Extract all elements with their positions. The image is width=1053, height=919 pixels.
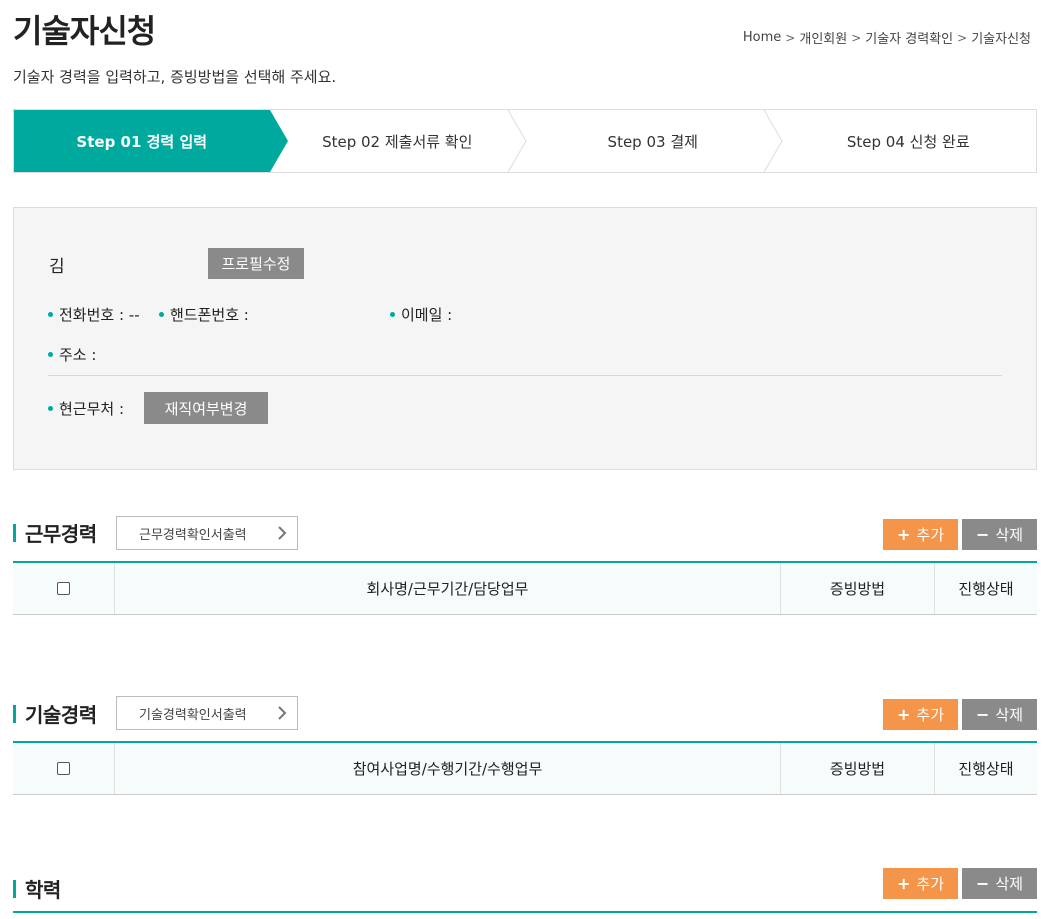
page-title: 기술자신청: [13, 12, 156, 50]
minus-icon: −: [975, 525, 990, 544]
education-add-button[interactable]: + 추가: [883, 868, 958, 899]
tech-career-add-button[interactable]: + 추가: [883, 699, 958, 730]
column-header: 증빙방법: [781, 743, 935, 794]
column-header: 진행상태: [958, 760, 1014, 778]
breadcrumb: Home > 개인회원 > 기술자 경력확인 > 기술자신청: [743, 28, 1031, 47]
section-bar: [13, 704, 16, 723]
breadcrumb-career[interactable]: 기술자 경력확인: [865, 28, 953, 47]
bullet-icon: [48, 312, 53, 317]
email-label: 이메일 :: [401, 306, 453, 324]
tech-career-title: 기술경력: [25, 703, 97, 727]
column-header: 회사명/근무기간/담당업무: [115, 563, 781, 614]
step-4: Step 04 신청 완료: [781, 110, 1037, 172]
column-header: 증빙방법: [781, 563, 935, 614]
step-progress: Step 01 경력 입력 Step 02 제출서류 확인 Step 03 결제…: [13, 109, 1037, 173]
delete-label: 삭제: [995, 706, 1023, 724]
tech-career-print-button[interactable]: 기술경력확인서출력: [116, 696, 298, 730]
step-3: Step 03 결제: [525, 110, 783, 172]
step-chevron-icon: [763, 110, 783, 172]
minus-icon: −: [975, 874, 990, 893]
tech-career-delete-button[interactable]: − 삭제: [962, 699, 1037, 730]
bullet-icon: [48, 352, 53, 357]
education-table-top-border: [13, 911, 1037, 913]
section-bar: [13, 523, 16, 542]
chevron-right-icon: >: [851, 30, 862, 45]
profile-edit-button[interactable]: 프로필수정: [208, 248, 304, 279]
education-title: 학력: [25, 878, 61, 902]
profile-name: 김: [49, 257, 65, 277]
plus-icon: +: [896, 525, 911, 544]
address-info: 주소 :: [48, 344, 96, 365]
add-label: 추가: [916, 526, 944, 544]
work-career-print-label: 근무경력확인서출력: [139, 527, 247, 543]
work-career-table-header: 회사명/근무기간/담당업무 증빙방법 진행상태: [13, 561, 1037, 615]
bullet-icon: [159, 312, 164, 317]
work-career-delete-button[interactable]: − 삭제: [962, 519, 1037, 550]
mobile-label: 핸드폰번호 :: [170, 306, 249, 324]
work-career-header: 근무경력: [13, 518, 97, 547]
work-career-add-button[interactable]: + 추가: [883, 519, 958, 550]
column-header: 참여사업명/수행기간/수행업무: [115, 743, 781, 794]
step-chevron-icon: [507, 110, 527, 172]
address-label: 주소 :: [59, 346, 97, 364]
chevron-right-icon: [278, 706, 287, 720]
plus-icon: +: [896, 705, 911, 724]
delete-label: 삭제: [995, 526, 1023, 544]
step-1-label: Step 01 경력 입력: [76, 132, 208, 151]
education-delete-button[interactable]: − 삭제: [962, 868, 1037, 899]
breadcrumb-home[interactable]: Home: [743, 30, 781, 45]
step-4-label: Step 04 신청 완료: [846, 132, 970, 151]
tech-career-print-label: 기술경력확인서출력: [139, 707, 247, 723]
page-subtitle: 기술자 경력을 입력하고, 증빙방법을 선택해 주세요.: [13, 68, 337, 86]
work-career-title: 근무경력: [25, 522, 97, 546]
step-1: Step 01 경력 입력: [14, 110, 287, 172]
select-all-cell: [13, 743, 115, 794]
profile-divider: [48, 375, 1002, 376]
add-label: 추가: [916, 875, 944, 893]
select-all-cell: [13, 563, 115, 614]
mobile-info: 핸드폰번호 :: [159, 304, 249, 325]
employment-status-button[interactable]: 재직여부변경: [144, 392, 268, 424]
plus-icon: +: [896, 874, 911, 893]
step-3-label: Step 03 결제: [607, 132, 698, 151]
workplace-info: 현근무처 :: [48, 398, 124, 419]
column-header: 진행상태: [958, 580, 1014, 598]
work-career-print-button[interactable]: 근무경력확인서출력: [116, 516, 298, 550]
chevron-right-icon: >: [785, 30, 796, 45]
bullet-icon: [390, 312, 395, 317]
phone-info: 전화번호 : --: [48, 304, 140, 325]
chevron-right-icon: [278, 526, 287, 540]
step-2: Step 02 제출서류 확인: [270, 110, 527, 172]
add-label: 추가: [916, 706, 944, 724]
education-header: 학력: [13, 874, 61, 903]
delete-label: 삭제: [995, 875, 1023, 893]
bullet-icon: [48, 406, 53, 411]
section-bar: [13, 879, 16, 898]
profile-panel: 김 프로필수정 전화번호 : -- 핸드폰번호 : 이메일 : 주소 : 현근무…: [13, 207, 1037, 470]
tech-career-header: 기술경력: [13, 699, 97, 728]
step-2-label: Step 02 제출서류 확인: [322, 132, 473, 151]
tech-career-table-header: 참여사업명/수행기간/수행업무 증빙방법 진행상태: [13, 741, 1037, 795]
tech-career-select-all-checkbox[interactable]: [57, 762, 70, 775]
phone-label: 전화번호 : --: [59, 306, 140, 324]
chevron-right-icon: >: [957, 30, 968, 45]
breadcrumb-current[interactable]: 기술자신청: [971, 28, 1031, 47]
email-info: 이메일 :: [390, 304, 452, 325]
workplace-label: 현근무처 :: [59, 400, 125, 418]
breadcrumb-member[interactable]: 개인회원: [799, 28, 847, 47]
minus-icon: −: [975, 705, 990, 724]
work-career-select-all-checkbox[interactable]: [57, 582, 70, 595]
